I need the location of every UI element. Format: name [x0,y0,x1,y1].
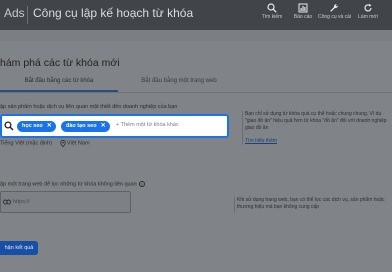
keywords-help-text: Bạn chỉ sử dụng từ khóa quá cụ thể hoặc … [242,111,392,145]
product-brand[interactable]: Ads [4,6,25,20]
wrench-icon [330,4,338,12]
tab-start-with-keywords[interactable]: Bắt đầu bằng các từ khóa [0,74,118,92]
close-icon[interactable]: ✕ [101,121,106,132]
refresh-button[interactable]: Làm mới [352,3,384,20]
keyword-input-placeholder[interactable]: + Thêm một từ khóa khác [116,122,179,128]
keywords-description: ập sản phẩm hoặc dịch vụ liên quan mật t… [0,104,178,110]
search-icon [4,121,14,131]
website-help-body: Khi sử dụng trang web, bạn có thể lọc cá… [237,197,385,210]
panel-heading: hám phá các từ khóa mới [0,57,120,69]
top-app-bar: Ads Công cụ lập kế hoạch từ khóa Tìm kiế… [0,0,392,30]
help-divider [234,197,235,213]
website-url-placeholder: https:// [13,199,30,205]
page-title: Công cụ lập kế hoạch từ khóa [33,6,194,20]
website-description: ập một trang web để lọc những từ khóa kh… [0,181,145,187]
help-icon[interactable]: ? [138,181,145,187]
website-url-input[interactable]: https:// [0,191,131,213]
close-icon[interactable]: ✕ [47,121,52,132]
refresh-icon [364,3,372,12]
tools-settings-button[interactable]: Công cụ và cài [318,3,352,20]
refresh-label: Làm mới [358,14,378,20]
keyword-input[interactable]: học seo ✕ đào tạo seo ✕ + Thêm một từ khóa… [0,114,229,138]
search-tool-label: Tìm kiếm [261,14,283,20]
location-pin-icon [59,140,66,147]
language-selector[interactable]: Tiếng Việt (mặc định) [0,141,52,147]
website-help-text: Khi sử dụng trang web, bạn có thể lọc cá… [234,197,392,213]
learn-more-link[interactable]: Tìm hiểu thêm [245,138,392,145]
location-selector[interactable]: Việt Nam [67,141,90,147]
website-description-text: ập một trang web để lọc những từ khóa kh… [0,181,137,188]
reports-tool-button[interactable]: Báo cáo [287,3,319,20]
help-divider [242,111,243,145]
search-icon [267,3,277,13]
keyword-chip[interactable]: đào tạo seo ✕ [61,121,110,132]
tab-divider [0,92,392,93]
keywords-help-body: Bạn chỉ sử dụng từ khóa quá cụ thể hoặc … [245,111,387,131]
bar-chart-icon [298,3,308,13]
tools-settings-label: Công cụ và cài [318,14,352,20]
header-divider [27,6,28,24]
tab-start-with-website[interactable]: Bắt đầu bằng một trang web [120,74,238,92]
link-icon [3,199,11,205]
targeting-row: Tiếng Việt (mặc định) Việt Nam [0,140,90,148]
keyword-chip[interactable]: học seo ✕ [17,121,56,132]
keyword-chip-label: đào tạo seo [66,123,97,129]
get-results-button[interactable]: hận kết quả [0,241,38,255]
reports-tool-label: Báo cáo [293,14,313,20]
keyword-chip-label: học seo [22,123,43,129]
search-tool-button[interactable]: Tìm kiếm [256,3,288,20]
